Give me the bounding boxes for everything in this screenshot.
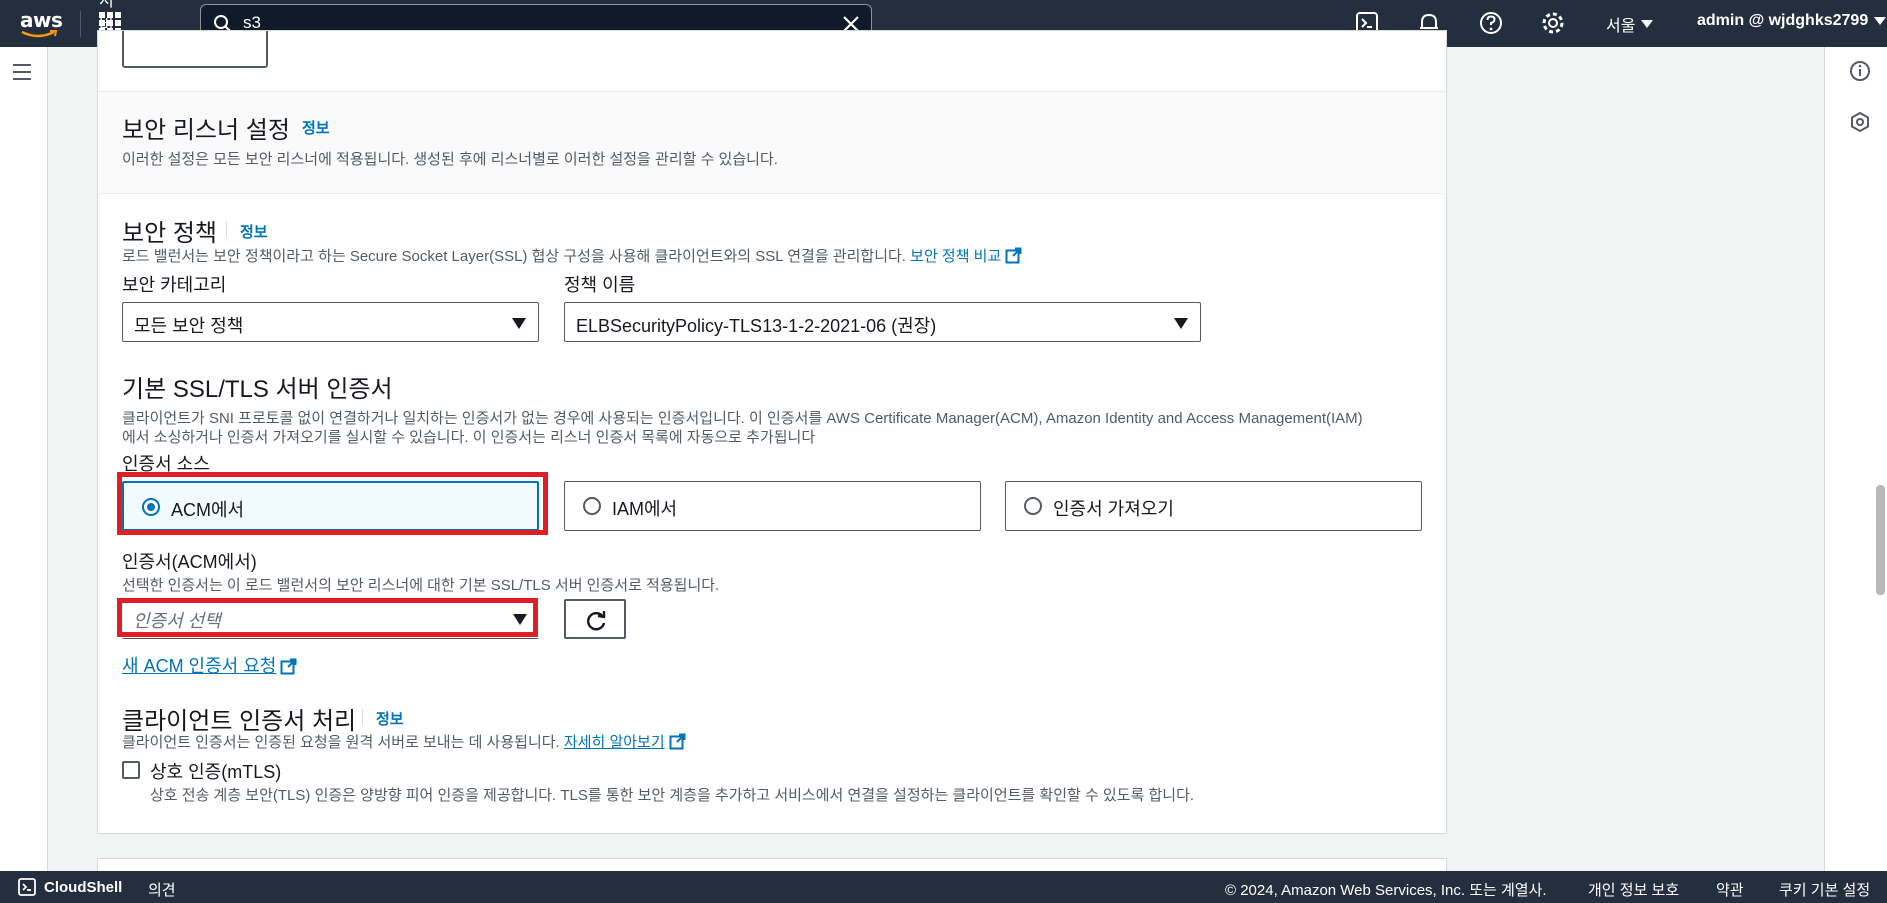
cloudshell-button[interactable]: CloudShell — [18, 878, 122, 896]
client-cert-description-text: 클라이언트 인증서는 인증된 요청을 원격 서버로 보내는 데 사용됩니다. — [122, 734, 560, 751]
cert-acm-label: 인증서(ACM에서) — [122, 552, 257, 572]
default-cert-description-2: 에서 소싱하거나 인증서 가져오기를 실시할 수 있습니다. 이 인증서는 리스… — [122, 429, 816, 446]
aws-logo[interactable]: aws — [18, 6, 63, 40]
source-import-label: 인증서 가져오기 — [1053, 499, 1174, 519]
cert-acm-description: 선택한 인증서는 이 로드 밸런서의 보안 리스너에 대한 기본 SSL/TLS… — [122, 577, 720, 594]
feedback-link[interactable]: 의견 — [148, 879, 176, 900]
aws-logo-text: aws — [20, 8, 63, 32]
source-acm-label: ACM에서 — [171, 500, 245, 520]
listener-settings-card: 보안 리스너 설정 정보 이러한 설정은 모든 보안 리스너에 적용됩니다. 생… — [97, 30, 1447, 834]
cert-source-label: 인증서 소스 — [122, 454, 210, 474]
source-tile-import[interactable]: 인증서 가져오기 — [1005, 481, 1422, 531]
external-link-icon — [280, 658, 297, 675]
request-acm-cert-link[interactable]: 새 ACM 인증서 요청 — [122, 656, 276, 676]
source-iam-label: IAM에서 — [612, 499, 678, 519]
gear-icon[interactable] — [1540, 10, 1566, 36]
policy-name-select[interactable]: ELBSecurityPolicy-TLS13-1-2-2021-06 (권장) — [564, 302, 1201, 342]
caret-down-icon — [513, 614, 527, 625]
security-category-value: 모든 보안 정책 — [134, 316, 244, 336]
region-label: 서울 — [1606, 18, 1636, 35]
external-link-icon — [669, 733, 686, 750]
nav-divider — [80, 11, 81, 37]
secure-listener-header: 보안 리스너 설정 정보 이러한 설정은 모든 보안 리스너에 적용됩니다. 생… — [98, 91, 1446, 194]
source-tile-iam[interactable]: IAM에서 — [564, 481, 981, 531]
learn-more-link[interactable]: 자세히 알아보기 — [564, 734, 665, 751]
right-rail — [1824, 47, 1887, 871]
policy-name-label: 정책 이름 — [564, 275, 636, 295]
menu-icon[interactable] — [12, 63, 32, 81]
radio-selected-icon[interactable] — [142, 498, 160, 516]
caret-down-icon — [1174, 318, 1188, 329]
region-selector[interactable]: 서울 — [1606, 12, 1654, 36]
source-tile-acm[interactable]: ACM에서 — [122, 481, 539, 531]
certificate-placeholder: 인증서 선택 — [133, 611, 221, 631]
external-link-icon — [1005, 247, 1022, 264]
title-divider — [362, 709, 363, 725]
caret-down-icon — [1641, 20, 1654, 28]
refresh-button[interactable] — [564, 599, 626, 639]
security-policy-description: 로드 밸런서는 보안 정책이라고 하는 Secure Socket Layer(… — [122, 245, 1022, 266]
aws-smile-icon — [21, 30, 58, 38]
cloudshell-icon — [18, 878, 36, 896]
section-info-link[interactable]: 정보 — [302, 117, 330, 138]
page-scrollbar[interactable] — [1876, 485, 1885, 595]
client-cert-description: 클라이언트 인증서는 인증된 요청을 원격 서버로 보내는 데 사용됩니다. 자… — [122, 731, 686, 752]
default-cert-title: 기본 SSL/TLS 서버 인증서 — [122, 376, 393, 403]
title-divider — [226, 222, 227, 238]
security-policy-info-link[interactable]: 정보 — [240, 221, 268, 242]
info-panel-icon[interactable] — [1849, 60, 1871, 82]
security-category-label: 보안 카테고리 — [122, 275, 227, 295]
cloudshell-label: CloudShell — [44, 878, 123, 896]
radio-icon[interactable] — [583, 497, 601, 515]
client-cert-info-link[interactable]: 정보 — [376, 708, 404, 729]
radio-icon[interactable] — [1024, 497, 1042, 515]
certificate-select[interactable]: 인증서 선택 — [122, 599, 539, 639]
mtls-label[interactable]: 상호 인증(mTLS) — [150, 758, 281, 784]
policy-name-value: ELBSecurityPolicy-TLS13-1-2-2021-06 (권장) — [576, 316, 937, 336]
copyright-text: © 2024, Amazon Web Services, Inc. 또는 계열사… — [1225, 882, 1547, 899]
account-menu[interactable]: admin @ wjdghks2799 — [1697, 12, 1887, 30]
mtls-description: 상호 전송 계층 보안(TLS) 인증은 양방향 피어 인증을 제공합니다. T… — [150, 787, 1195, 804]
caret-down-icon — [1874, 17, 1887, 25]
compare-policies-link[interactable]: 보안 정책 비교 — [910, 247, 1022, 265]
help-icon[interactable] — [1478, 10, 1504, 36]
default-cert-description-1: 클라이언트가 SNI 프로토콜 없이 연결하거나 일치하는 인증서가 없는 경우… — [122, 410, 1363, 427]
footer: CloudShell 의견 © 2024, Amazon Web Service… — [0, 871, 1887, 903]
privacy-link[interactable]: 개인 정보 보호 — [1588, 879, 1679, 900]
compare-policies-label: 보안 정책 비교 — [910, 248, 1002, 265]
left-rail — [0, 47, 48, 871]
caret-down-icon — [512, 318, 526, 329]
cookie-preferences-link[interactable]: 쿠키 기본 설정 — [1779, 879, 1870, 900]
security-policy-description-text: 로드 밸런서는 보안 정책이라고 하는 Secure Socket Layer(… — [122, 248, 906, 265]
section-title: 보안 리스너 설정 — [122, 117, 290, 144]
security-policy-title: 보안 정책 — [122, 220, 217, 247]
section-description: 이러한 설정은 모든 보안 리스너에 적용됩니다. 생성된 후에 리스너별로 이… — [122, 151, 778, 168]
account-label: admin @ wjdghks2799 — [1697, 12, 1869, 29]
request-acm-cert[interactable]: 새 ACM 인증서 요청 — [122, 652, 297, 678]
terms-link[interactable]: 약관 — [1716, 879, 1744, 900]
previous-button-partial[interactable] — [122, 31, 268, 68]
hexagon-settings-icon[interactable] — [1849, 111, 1871, 133]
security-category-select[interactable]: 모든 보안 정책 — [122, 302, 539, 342]
refresh-icon — [587, 611, 606, 631]
mtls-checkbox[interactable] — [122, 761, 140, 779]
